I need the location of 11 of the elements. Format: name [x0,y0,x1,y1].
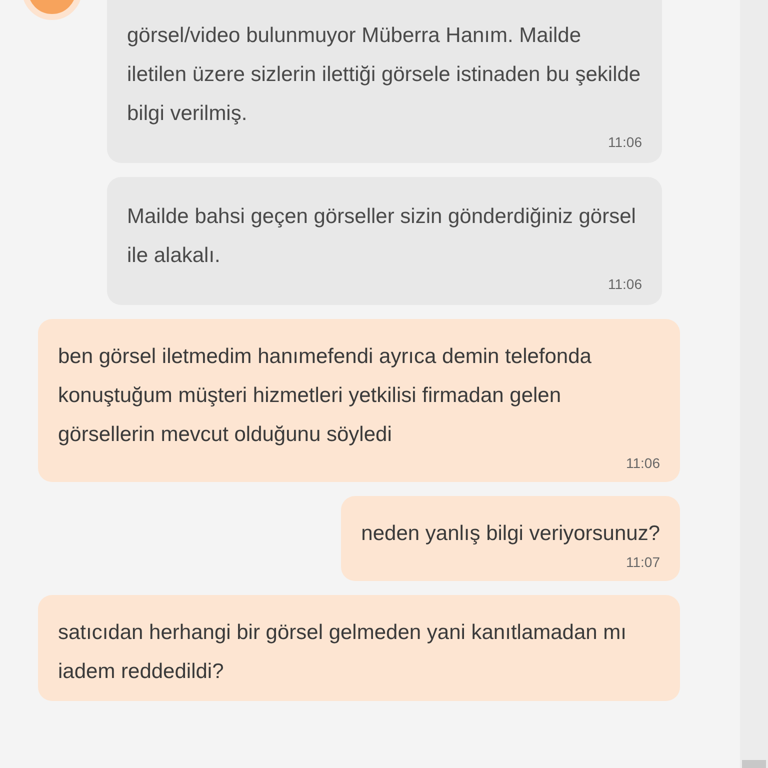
message-text: görsel/video bulunmuyor Müberra Hanım. Mailde iletilen üzere sizlerin ilettiği görsele istinaden bu şekilde bilgi verilmiş. [127,23,642,127]
message-time: 11:07 [625,553,660,571]
message-text: Mailde bahsi geçen görseller sizin gönderdiğiniz görsel ile alakalı. [127,204,637,269]
scrollbar[interactable] [740,0,768,768]
message-text: ben görsel iletmedim hanımefendi ayrıca demin telefonda konuştuğum müşteri hizmetleri yetkilisi firmadan gelen görsellerin mevcut olduğunu söyledi [58,344,592,448]
scrollbar-thumb[interactable] [742,760,766,768]
message-time: 11:06 [607,133,642,151]
message-time: 11:06 [625,454,660,472]
message-text: neden yanlış bilgi veriyorsunuz? [361,521,660,547]
message-time: 11:06 [607,275,642,293]
message-text: satıcıdan herhangi bir görsel gelmeden yani kanıtlamadan mı iadem reddedildi? [58,620,628,685]
